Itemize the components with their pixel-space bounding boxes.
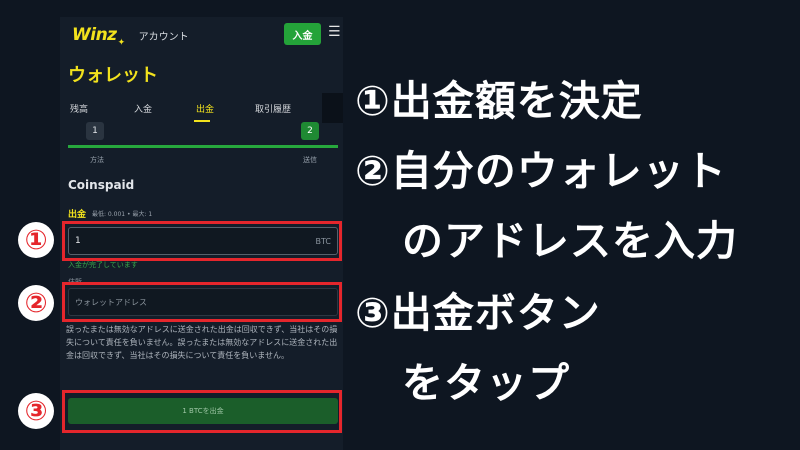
instruction-line-3: のアドレスを入力 [402, 217, 738, 265]
hamburger-menu-icon[interactable]: ☰ [328, 24, 341, 40]
instruction-line-4: ③出金ボタン [355, 289, 601, 337]
wallet-tabs: 残高 入金 出金 取引履歴 [60, 99, 343, 123]
winz-logo[interactable]: Winz✦ [72, 25, 126, 48]
logo-star-icon: ✦ [117, 38, 126, 48]
tab-history[interactable]: 取引履歴 [255, 102, 291, 115]
provider-name: Coinspaid [68, 178, 135, 192]
deposit-button[interactable]: 入金 [284, 23, 321, 45]
instruction-line-2: ②自分のウォレット [355, 147, 727, 195]
step-2-indicator: 2 [301, 122, 319, 140]
top-bar: Winz✦ アカウント 入金 ☰ [60, 17, 343, 53]
amount-limits: 最低: 0.001 • 最大: 1 [92, 211, 153, 218]
tab-scroll-shadow [322, 93, 343, 123]
highlight-amount [62, 221, 342, 261]
amount-hint: 入金が完了しています [68, 261, 138, 269]
marker-3: ③ [18, 393, 54, 429]
tab-balance[interactable]: 残高 [70, 102, 88, 115]
warning-text: 誤ったまたは無効なアドレスに送金された出金は回収できず、当社はその損失について責… [66, 325, 338, 360]
step-1-label: 方法 [90, 156, 104, 164]
step-1-indicator: 1 [86, 122, 104, 140]
highlight-address [62, 282, 342, 322]
amount-label: 出金 [68, 210, 87, 220]
tab-deposit[interactable]: 入金 [134, 102, 152, 115]
step-2-label: 送信 [303, 156, 317, 164]
instruction-line-5: をタップ [402, 359, 570, 407]
marker-2: ② [18, 285, 54, 321]
instruction-line-1: ①出金額を決定 [355, 77, 643, 125]
page-title: ウォレット [68, 65, 158, 86]
active-tab-indicator [194, 120, 210, 122]
step-progress-fill [68, 145, 338, 148]
tab-withdraw[interactable]: 出金 [196, 102, 214, 115]
step-progress-track [68, 145, 338, 148]
account-link[interactable]: アカウント [139, 28, 189, 43]
marker-1: ① [18, 222, 54, 258]
highlight-withdraw [62, 390, 342, 433]
